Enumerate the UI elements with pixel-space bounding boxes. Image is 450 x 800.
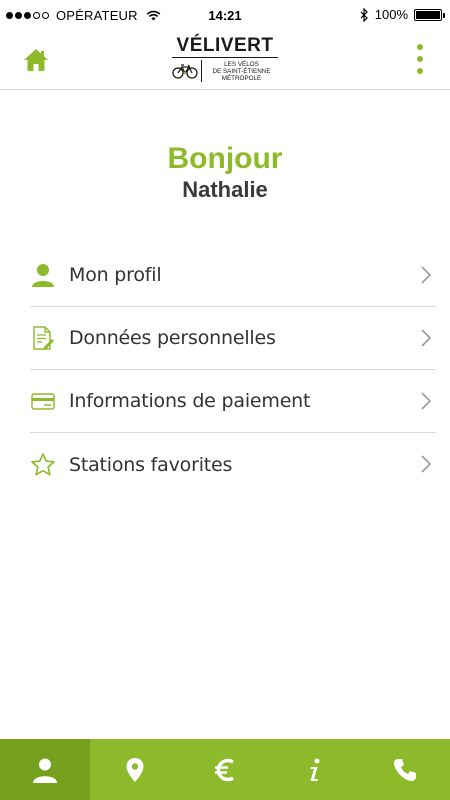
home-icon bbox=[24, 49, 48, 71]
greeting-user-name: Nathalie bbox=[182, 177, 268, 202]
bicycle-icon bbox=[172, 64, 198, 79]
status-bar: OPÉRATEUR 14:21 100% bbox=[0, 0, 450, 32]
tab-info[interactable] bbox=[270, 739, 360, 800]
velivert-logo: VÉLIVERT LES VÉLOS DE SAINT-ÉTIENNE MÉTR… bbox=[172, 36, 278, 86]
menu-item-label: Mon profil bbox=[69, 264, 162, 286]
logo-rule bbox=[172, 57, 278, 58]
menu-item-label: Stations favorites bbox=[69, 453, 233, 476]
chevron-right-icon bbox=[421, 329, 432, 347]
home-button[interactable] bbox=[22, 46, 50, 74]
vertical-dots-icon bbox=[417, 44, 423, 50]
greeting-hello: Bonjour bbox=[167, 142, 283, 175]
phone-icon bbox=[393, 758, 416, 781]
info-icon bbox=[310, 758, 320, 781]
chevron-right-icon bbox=[421, 266, 432, 284]
menu-item-informations-de-paiement[interactable]: Informations de paiement bbox=[30, 370, 436, 433]
menu-item-stations-favorites[interactable]: Stations favorites bbox=[30, 433, 436, 496]
account-menu: Mon profil Données personnelles Informat… bbox=[30, 244, 436, 496]
tab-profile[interactable] bbox=[0, 739, 90, 800]
app-header: VÉLIVERT LES VÉLOS DE SAINT-ÉTIENNE MÉTR… bbox=[0, 32, 450, 90]
user-icon bbox=[33, 758, 57, 783]
tab-pricing[interactable] bbox=[180, 739, 270, 800]
status-right: 100% bbox=[360, 7, 445, 22]
euro-icon bbox=[215, 758, 234, 781]
menu-item-mon-profil[interactable]: Mon profil bbox=[30, 244, 436, 307]
chevron-right-icon bbox=[421, 455, 432, 473]
logo-tagline: LES VÉLOS DE SAINT-ÉTIENNE MÉTROPOLE bbox=[205, 61, 278, 82]
document-edit-icon bbox=[30, 325, 56, 351]
menu-item-donnees-personnelles[interactable]: Données personnelles bbox=[30, 307, 436, 370]
logo-tagline-line-2: DE SAINT-ÉTIENNE bbox=[212, 67, 271, 75]
menu-item-label: Données personnelles bbox=[69, 327, 276, 349]
bottom-tab-bar bbox=[0, 739, 450, 800]
star-icon bbox=[30, 452, 56, 478]
credit-card-icon bbox=[30, 388, 56, 414]
logo-tagline-line-1: LES VÉLOS bbox=[224, 60, 259, 68]
tab-contact[interactable] bbox=[360, 739, 450, 800]
battery-icon bbox=[414, 8, 445, 21]
greeting: Bonjour Nathalie bbox=[0, 142, 450, 204]
logo-tagline-line-3: MÉTROPOLE bbox=[221, 74, 262, 82]
tab-map[interactable] bbox=[90, 739, 180, 800]
menu-dot bbox=[417, 56, 423, 62]
battery-percent: 100% bbox=[374, 7, 408, 22]
overflow-menu-button[interactable] bbox=[414, 44, 426, 74]
logo-title: VÉLIVERT bbox=[176, 35, 274, 56]
logo-separator bbox=[201, 60, 202, 82]
menu-item-label: Informations de paiement bbox=[69, 390, 311, 412]
user-icon bbox=[30, 262, 56, 288]
chevron-right-icon bbox=[421, 392, 432, 410]
bluetooth-icon bbox=[360, 7, 368, 22]
menu-dot bbox=[417, 68, 423, 74]
map-pin-icon bbox=[126, 757, 144, 782]
